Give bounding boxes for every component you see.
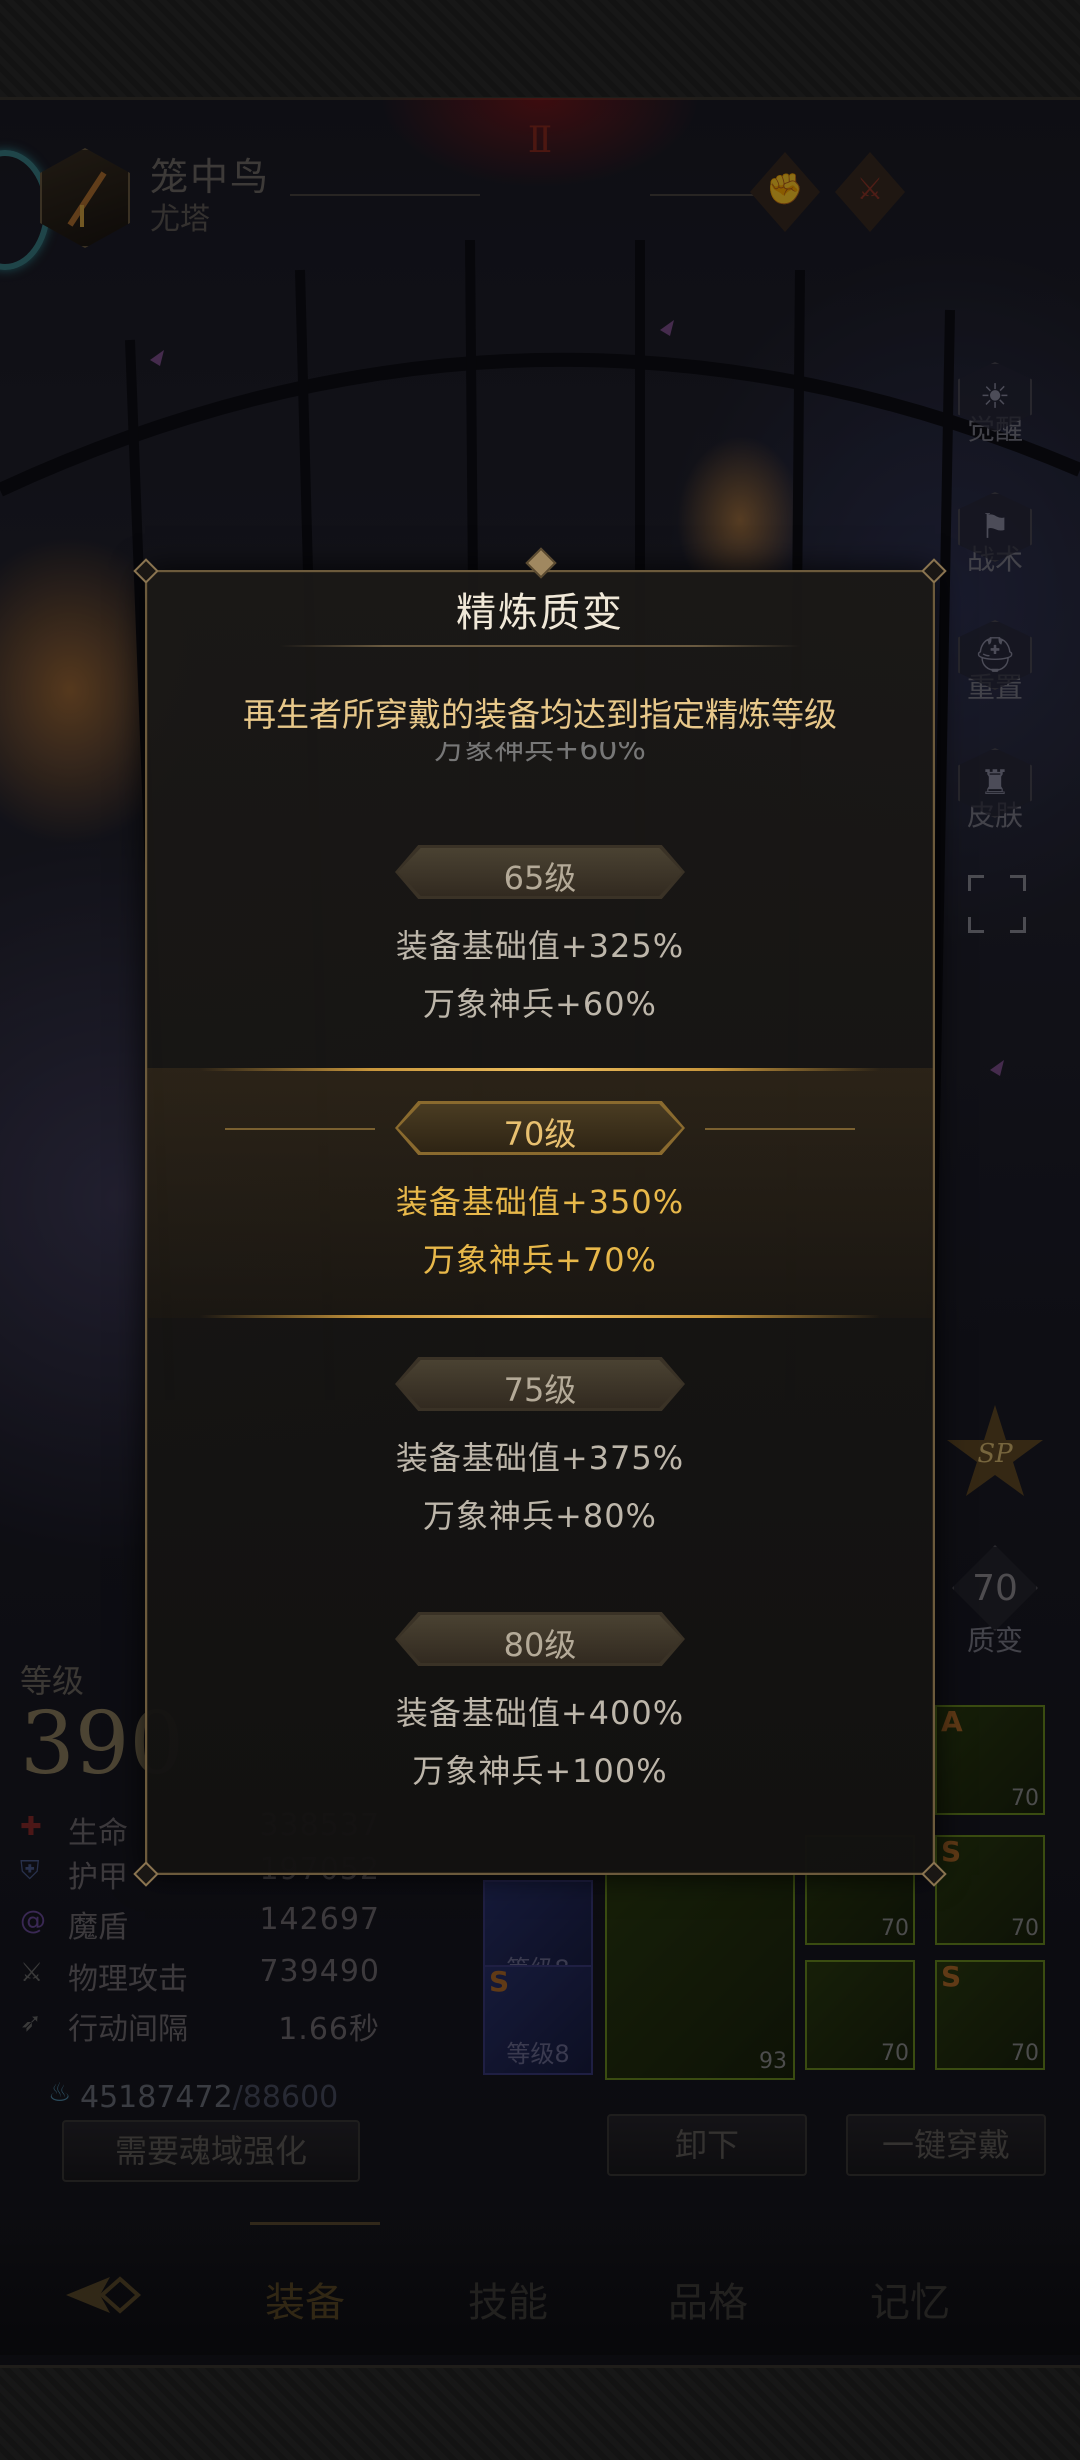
tier-block-active: 70级 装备基础值+350% 万象神兵+70% bbox=[145, 1101, 935, 1281]
tier-level-badge: 65级 bbox=[395, 845, 685, 899]
tier-level-badge: 70级 bbox=[395, 1101, 685, 1155]
gold-divider bbox=[200, 1068, 880, 1071]
tier-block: 75级 装备基础值+375% 万象神兵+80% bbox=[145, 1357, 935, 1537]
scrolled-text-fragment: 万象神兵+60% bbox=[434, 742, 646, 762]
tier-bonus-line: 装备基础值+375% bbox=[395, 1439, 685, 1477]
tier-bonus-line: 装备基础值+325% bbox=[395, 927, 685, 965]
tier-bonus-line: 万象神兵+70% bbox=[423, 1241, 657, 1279]
title-divider bbox=[280, 645, 800, 647]
tier-bonus-line: 万象神兵+80% bbox=[423, 1497, 657, 1535]
tier-block: 80级 装备基础值+400% 万象神兵+100% bbox=[145, 1612, 935, 1792]
tier-bonus-line: 万象神兵+60% bbox=[423, 985, 657, 1023]
dialog-description: 再生者所穿戴的装备均达到指定精炼等级 bbox=[243, 695, 837, 734]
tier-bonus-line: 装备基础值+400% bbox=[395, 1694, 685, 1732]
tier-level-badge: 75级 bbox=[395, 1357, 685, 1411]
tier-level-badge: 80级 bbox=[395, 1612, 685, 1666]
gold-divider bbox=[200, 1315, 880, 1318]
tier-bonus-line: 装备基础值+350% bbox=[395, 1183, 685, 1221]
dialog-title: 精炼质变 bbox=[456, 590, 624, 636]
tier-block: 65级 装备基础值+325% 万象神兵+60% bbox=[145, 845, 935, 1025]
tier-bonus-line: 万象神兵+100% bbox=[412, 1752, 668, 1790]
